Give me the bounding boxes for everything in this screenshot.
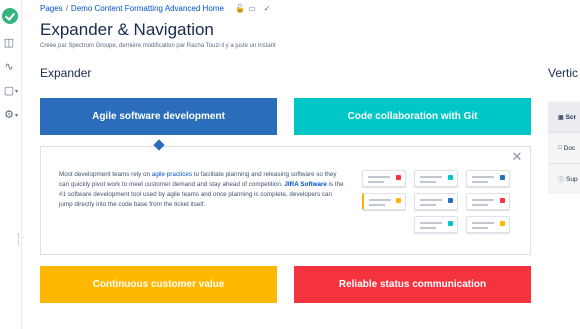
- chevron-down-icon[interactable]: ▾: [15, 112, 21, 119]
- page-byline: Créée par Spectrum Groupe, dernière modi…: [40, 43, 276, 49]
- kanban-illustration: [360, 168, 520, 240]
- tab-label: Reliable status communication: [338, 279, 487, 290]
- close-icon[interactable]: ✕: [511, 150, 523, 163]
- vertical-nav-item[interactable]: ⓘ Sup: [548, 164, 580, 194]
- desc-text: Most development teams rely on: [59, 171, 152, 178]
- watch-icon[interactable]: ▭: [248, 4, 256, 13]
- pages-icon[interactable]: ◫: [2, 36, 16, 50]
- share-icon[interactable]: ✓: [264, 4, 271, 13]
- board-card: [414, 216, 458, 233]
- agile-practices-link[interactable]: agile practices: [152, 171, 192, 178]
- vertical-nav-item[interactable]: ▣ Scr: [548, 102, 580, 132]
- section-heading-expander: Expander: [40, 66, 92, 80]
- page-title: Expander & Navigation: [40, 20, 214, 39]
- vertical-nav-label: Scr: [565, 113, 577, 121]
- board-card: [362, 193, 406, 210]
- lock-icon[interactable]: 🔓: [235, 4, 245, 13]
- tab-reliable-status-communication[interactable]: Reliable status communication: [294, 266, 531, 303]
- tab-agile-software-development[interactable]: Agile software development: [40, 98, 277, 135]
- tab-label: Continuous customer value: [92, 279, 225, 290]
- apps-icon[interactable]: ⚙: [2, 108, 16, 122]
- info-icon: ⓘ: [558, 177, 565, 184]
- document-icon: □: [558, 145, 562, 151]
- board-card: [362, 170, 406, 187]
- breadcrumb-link-home[interactable]: Demo Content Formatting Advanced Home: [71, 4, 224, 13]
- tab-label: Code collaboration with Git: [347, 111, 478, 122]
- tab-label: Agile software development: [92, 111, 225, 122]
- vertical-nav-label: Doc: [563, 144, 576, 152]
- chevron-down-icon[interactable]: ▾: [15, 88, 21, 95]
- breadcrumb-separator: /: [65, 4, 68, 13]
- board-card: [466, 193, 510, 210]
- board-card: [414, 193, 458, 210]
- board-card: [466, 170, 510, 187]
- expander-description: Most development teams rely on agile pra…: [59, 170, 344, 210]
- jira-software-link[interactable]: JIRA Software: [284, 181, 326, 188]
- section-heading-vertical: Vertic: [548, 66, 579, 80]
- breadcrumb-link-pages[interactable]: Pages: [40, 4, 63, 13]
- app-logo-icon[interactable]: [2, 8, 18, 24]
- image-icon: ▣: [558, 114, 564, 121]
- left-rail: ◫ ∿ ▢ ▾ ⚙ ▾: [0, 0, 22, 329]
- board-card: [466, 216, 510, 233]
- breadcrumb: Pages / Demo Content Formatting Advanced H…: [40, 4, 270, 13]
- create-icon[interactable]: ▢: [2, 84, 16, 98]
- vertical-nav-label: Sup: [566, 175, 578, 183]
- tab-code-collaboration-git[interactable]: Code collaboration with Git: [294, 98, 531, 135]
- sidebar-resize-handle[interactable]: [18, 233, 20, 245]
- tab-continuous-customer-value[interactable]: Continuous customer value: [40, 266, 277, 303]
- vertical-nav-item[interactable]: □ Doc: [548, 133, 580, 163]
- board-card: [414, 170, 458, 187]
- feed-icon[interactable]: ∿: [2, 60, 16, 74]
